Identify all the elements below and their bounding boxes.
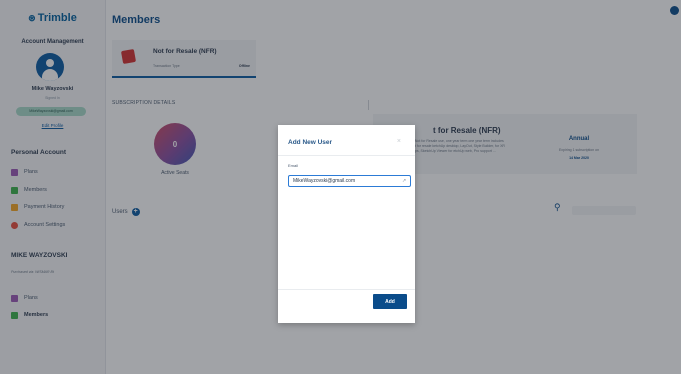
- divider: [278, 289, 415, 290]
- divider: [278, 155, 415, 156]
- add-button[interactable]: Add: [373, 294, 407, 309]
- close-icon[interactable]: ×: [397, 138, 401, 145]
- modal-title: Add New User: [288, 139, 333, 146]
- add-user-modal: Add New User × Email ↗ Add: [278, 125, 415, 323]
- email-label: Email: [288, 163, 299, 168]
- email-field[interactable]: [288, 175, 411, 187]
- autofill-key-icon[interactable]: ↗: [402, 178, 406, 184]
